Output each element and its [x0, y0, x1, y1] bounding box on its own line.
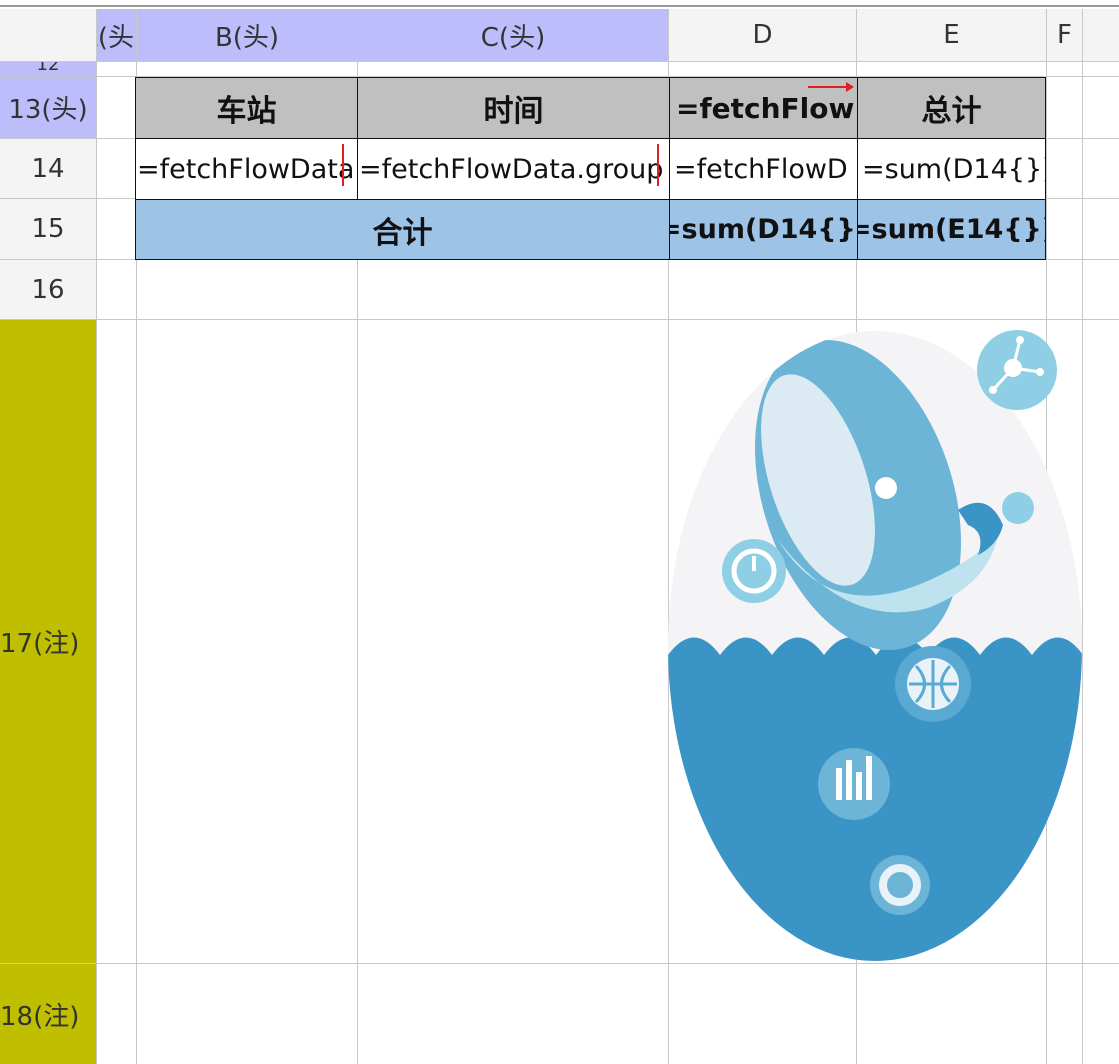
column-header-label: D: [752, 20, 773, 50]
row-header-18[interactable]: 18(注): [0, 964, 97, 1064]
row-header-label: 15: [31, 214, 65, 244]
row-header-16[interactable]: 16: [0, 260, 97, 320]
cell-text: =fetchFlowData.group: [359, 153, 664, 185]
expand-down-marker-icon: [342, 144, 344, 186]
whale-illustration[interactable]: [668, 320, 1083, 963]
toolbar-edge: [0, 0, 1119, 7]
gauge-icon: [722, 539, 786, 603]
column-header-b[interactable]: B(头): [137, 9, 358, 62]
row-header-label: 13(头): [8, 95, 88, 125]
cell-b14[interactable]: =fetchFlowData: [135, 138, 358, 200]
column-header-label: A(头: [97, 22, 134, 53]
column-header-filler: [1083, 9, 1119, 62]
cell-c14[interactable]: =fetchFlowData.group: [357, 138, 670, 200]
cell-text: =fetchFlow: [676, 91, 855, 125]
corner-cell[interactable]: [0, 9, 97, 62]
column-header-label: C(头): [480, 22, 546, 53]
row-header-14[interactable]: 14: [0, 139, 97, 199]
row-header-label: 14: [31, 153, 65, 184]
row-header-label: 18(注): [0, 1001, 80, 1032]
bar-chart-icon: [818, 748, 890, 820]
column-header-a[interactable]: A(头: [97, 9, 137, 62]
column-header-c[interactable]: C(头): [358, 9, 669, 62]
column-header-d[interactable]: D: [669, 9, 857, 62]
cell-text: 总计: [921, 94, 982, 129]
cell-text: =sum(D14{}): [669, 214, 858, 245]
cell-e15[interactable]: =sum(E14{}): [857, 199, 1046, 260]
column-header-e[interactable]: E: [857, 9, 1047, 62]
row-header-label: 16: [31, 274, 65, 305]
cell-text: 合计: [372, 215, 433, 251]
expand-right-arrow-icon: [808, 82, 854, 92]
cell-d15[interactable]: =sum(D14{}): [669, 199, 858, 260]
row-header-12[interactable]: 12: [0, 62, 97, 77]
column-header-label: B(头): [214, 22, 280, 53]
cell-text: 时间: [483, 94, 544, 129]
row-header-17[interactable]: 17(注): [0, 320, 97, 964]
cell-b13[interactable]: 车站: [135, 77, 358, 139]
row-header-15[interactable]: 15: [0, 199, 97, 260]
cell-c13[interactable]: 时间: [357, 77, 670, 139]
column-header-label: E: [943, 20, 960, 50]
cell-text: =sum(D14{}): [862, 153, 1046, 185]
cell-d14[interactable]: =fetchFlowD: [669, 138, 858, 200]
cell-text: 车站: [216, 94, 277, 129]
donut-icon: [870, 855, 930, 915]
column-header-f[interactable]: F: [1047, 9, 1083, 62]
cell-text: =fetchFlowD: [674, 153, 848, 185]
cell-e14[interactable]: =sum(D14{}): [857, 138, 1046, 200]
row-header-13[interactable]: 13(头): [0, 77, 97, 139]
cell-b15-merged[interactable]: 合计: [135, 199, 670, 260]
cell-text: =fetchFlowData: [137, 153, 355, 185]
grid-line: [97, 963, 1119, 964]
row-header-label: 17(注): [0, 629, 80, 659]
expand-down-marker-icon: [657, 144, 659, 186]
cell-e13[interactable]: 总计: [857, 77, 1046, 139]
row-header-label: 12: [36, 62, 60, 75]
network-icon: [977, 330, 1057, 410]
cell-text: =sum(E14{}): [857, 214, 1046, 245]
basketball-icon: [895, 646, 971, 722]
column-header-label: F: [1057, 20, 1072, 50]
